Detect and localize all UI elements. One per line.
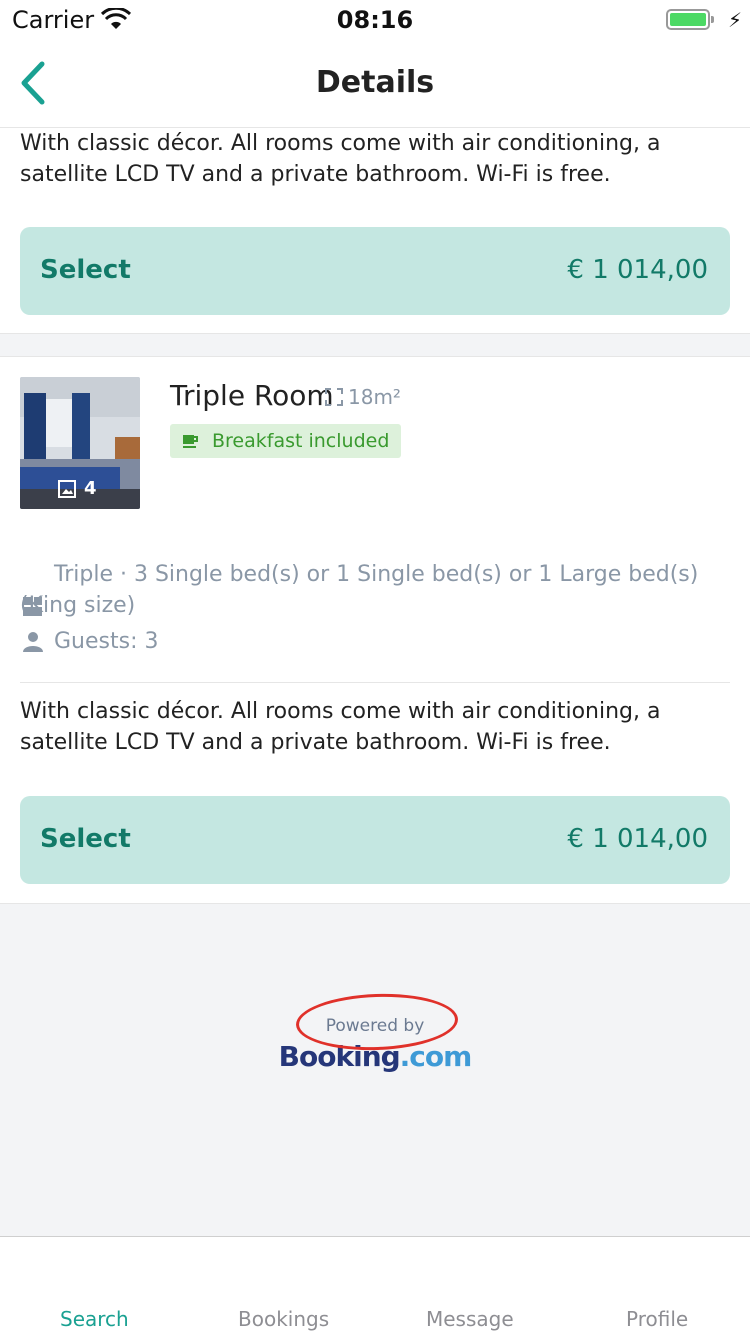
expand-icon <box>325 388 343 406</box>
guests-label: Guests: 3 <box>54 629 159 654</box>
status-bar: Carrier 08:16 ⚡ <box>0 0 750 40</box>
select-button[interactable]: Select € 1 014,00 <box>20 227 730 315</box>
guest-info: Guests: 3 <box>22 629 158 654</box>
tab-search[interactable]: Search <box>60 1307 129 1331</box>
image-icon <box>58 479 76 498</box>
room-card: 4 Triple Room 18m² Breakfast included Tr… <box>0 356 750 904</box>
select-button-label: Select <box>40 255 131 285</box>
battery-icon <box>666 9 710 30</box>
room-size: 18m² <box>324 385 401 409</box>
room-description: With classic décor. All rooms come with … <box>20 699 661 755</box>
room-price: € 1 014,00 <box>567 824 708 854</box>
room-size-label: 18m² <box>348 385 401 409</box>
breakfast-badge-label: Breakfast included <box>212 430 390 452</box>
breakfast-badge: Breakfast included <box>170 424 402 458</box>
tab-message[interactable]: Message <box>426 1307 514 1331</box>
tab-profile[interactable]: Profile <box>626 1307 688 1331</box>
charging-icon: ⚡ <box>727 8 742 32</box>
coffee-cup-icon <box>183 435 198 448</box>
room-description: With classic décor. All rooms come with … <box>20 131 661 187</box>
clock: 08:16 <box>336 6 414 34</box>
battery-tip <box>711 16 714 23</box>
tab-bar: Search Bookings Message Profile <box>0 1236 750 1334</box>
room-price: € 1 014,00 <box>567 255 708 285</box>
room-card: With classic décor. All rooms come with … <box>0 128 750 334</box>
tab-bookings[interactable]: Bookings <box>238 1307 329 1331</box>
select-button-label: Select <box>40 824 131 854</box>
select-button[interactable]: Select € 1 014,00 <box>20 796 730 884</box>
page-title: Details <box>315 65 435 100</box>
person-icon <box>23 631 43 652</box>
room-name: Triple Room <box>170 379 334 412</box>
photo-count-label: 4 <box>84 478 97 499</box>
bed-info: Triple · 3 Single bed(s) or 1 Single bed… <box>20 559 730 621</box>
bed-info-label: Triple · 3 Single bed(s) or 1 Single bed… <box>20 562 699 618</box>
photo-count: 4 <box>58 478 97 499</box>
nav-bar: Details <box>0 40 750 128</box>
divider <box>20 682 730 683</box>
bed-icon <box>23 597 42 616</box>
room-photo[interactable]: 4 <box>20 377 140 509</box>
